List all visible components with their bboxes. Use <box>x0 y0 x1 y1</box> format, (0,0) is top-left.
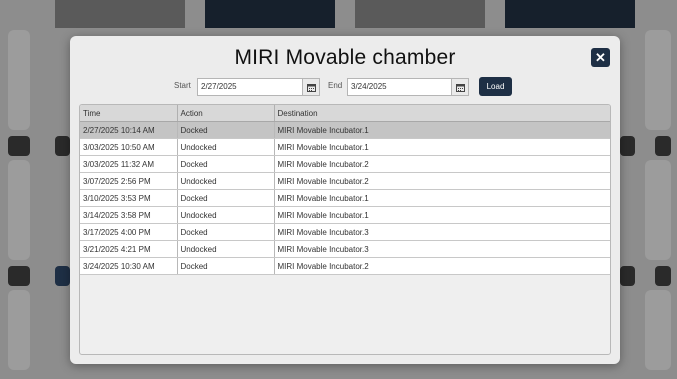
background-tile <box>645 290 671 370</box>
background-bar <box>8 266 30 286</box>
date-filter: Start 2/27/2025 End 3/24/2025 Load <box>70 77 620 96</box>
cell-destination: MIRI Movable Incubator.1 <box>274 121 610 139</box>
table-row[interactable]: 3/21/2025 4:21 PM Undocked MIRI Movable … <box>80 240 610 258</box>
background-bar <box>55 266 70 286</box>
start-date-input[interactable]: 2/27/2025 <box>197 78 303 96</box>
cell-time: 3/17/2025 4:00 PM <box>80 223 178 241</box>
cell-time: 3/10/2025 3:53 PM <box>80 189 178 207</box>
dialog-title: MIRI Movable chamber <box>234 46 456 69</box>
cell-destination: MIRI Movable Incubator.3 <box>274 240 610 258</box>
cell-destination: MIRI Movable Incubator.1 <box>274 138 610 156</box>
cell-time: 2/27/2025 10:14 AM <box>80 121 178 139</box>
cell-action: Undocked <box>177 240 275 258</box>
background-tile <box>8 30 30 130</box>
cell-time: 3/07/2025 2:56 PM <box>80 172 178 190</box>
background-bar <box>55 136 70 156</box>
cell-time: 3/14/2025 3:58 PM <box>80 206 178 224</box>
cell-action: Docked <box>177 155 275 173</box>
background-bar <box>655 266 671 286</box>
end-date-input[interactable]: 3/24/2025 <box>347 78 453 96</box>
background-tile <box>8 160 30 260</box>
cell-action: Undocked <box>177 172 275 190</box>
background-bar <box>620 266 635 286</box>
table-row[interactable]: 3/03/2025 11:32 AM Docked MIRI Movable I… <box>80 155 610 173</box>
table-row[interactable]: 3/07/2025 2:56 PM Undocked MIRI Movable … <box>80 172 610 190</box>
cell-destination: MIRI Movable Incubator.2 <box>274 172 610 190</box>
cell-action: Undocked <box>177 138 275 156</box>
background-tile <box>645 160 671 260</box>
table-row[interactable]: 3/24/2025 10:30 AM Docked MIRI Movable I… <box>80 257 610 275</box>
table-row[interactable]: 3/17/2025 4:00 PM Docked MIRI Movable In… <box>80 223 610 241</box>
start-label: Start <box>174 81 191 90</box>
history-table-container[interactable]: Time Action Destination 2/27/2025 10:14 … <box>79 104 611 355</box>
background-bar <box>355 0 485 28</box>
cell-time: 3/21/2025 4:21 PM <box>80 240 178 258</box>
table-row[interactable]: 3/03/2025 10:50 AM Undocked MIRI Movable… <box>80 138 610 156</box>
column-header-action[interactable]: Action <box>177 105 275 122</box>
background-bar <box>505 0 635 28</box>
cell-destination: MIRI Movable Incubator.3 <box>274 223 610 241</box>
background-bar <box>55 0 185 28</box>
cell-action: Docked <box>177 257 275 275</box>
cell-destination: MIRI Movable Incubator.1 <box>274 189 610 207</box>
table-row[interactable]: 2/27/2025 10:14 AM Docked MIRI Movable I… <box>80 121 610 139</box>
background-tile <box>8 290 30 370</box>
background-bar <box>205 0 335 28</box>
cell-destination: MIRI Movable Incubator.1 <box>274 206 610 224</box>
close-button[interactable]: ✕ <box>591 48 610 67</box>
end-label: End <box>328 81 343 90</box>
background-bar <box>655 136 671 156</box>
table-row[interactable]: 3/14/2025 3:58 PM Undocked MIRI Movable … <box>80 206 610 224</box>
cell-time: 3/03/2025 11:32 AM <box>80 155 178 173</box>
cell-time: 3/24/2025 10:30 AM <box>80 257 178 275</box>
cell-action: Docked <box>177 121 275 139</box>
close-icon: ✕ <box>595 50 606 65</box>
background-tile <box>645 30 671 130</box>
cell-action: Undocked <box>177 206 275 224</box>
history-dialog: MIRI Movable chamber ✕ Start 2/27/2025 E… <box>70 36 620 364</box>
load-button[interactable]: Load <box>479 77 512 96</box>
cell-action: Docked <box>177 189 275 207</box>
calendar-icon <box>455 83 465 92</box>
column-header-destination[interactable]: Destination <box>274 105 610 122</box>
column-header-time[interactable]: Time <box>80 105 178 122</box>
end-calendar-button[interactable] <box>451 78 469 96</box>
start-calendar-button[interactable] <box>302 78 320 96</box>
calendar-icon <box>306 83 316 92</box>
cell-destination: MIRI Movable Incubator.2 <box>274 257 610 275</box>
table-header-row: Time Action Destination <box>80 105 610 122</box>
cell-action: Docked <box>177 223 275 241</box>
cell-destination: MIRI Movable Incubator.2 <box>274 155 610 173</box>
history-table: Time Action Destination 2/27/2025 10:14 … <box>80 105 610 275</box>
background-bar <box>8 136 30 156</box>
cell-time: 3/03/2025 10:50 AM <box>80 138 178 156</box>
table-row[interactable]: 3/10/2025 3:53 PM Docked MIRI Movable In… <box>80 189 610 207</box>
background-bar <box>620 136 635 156</box>
